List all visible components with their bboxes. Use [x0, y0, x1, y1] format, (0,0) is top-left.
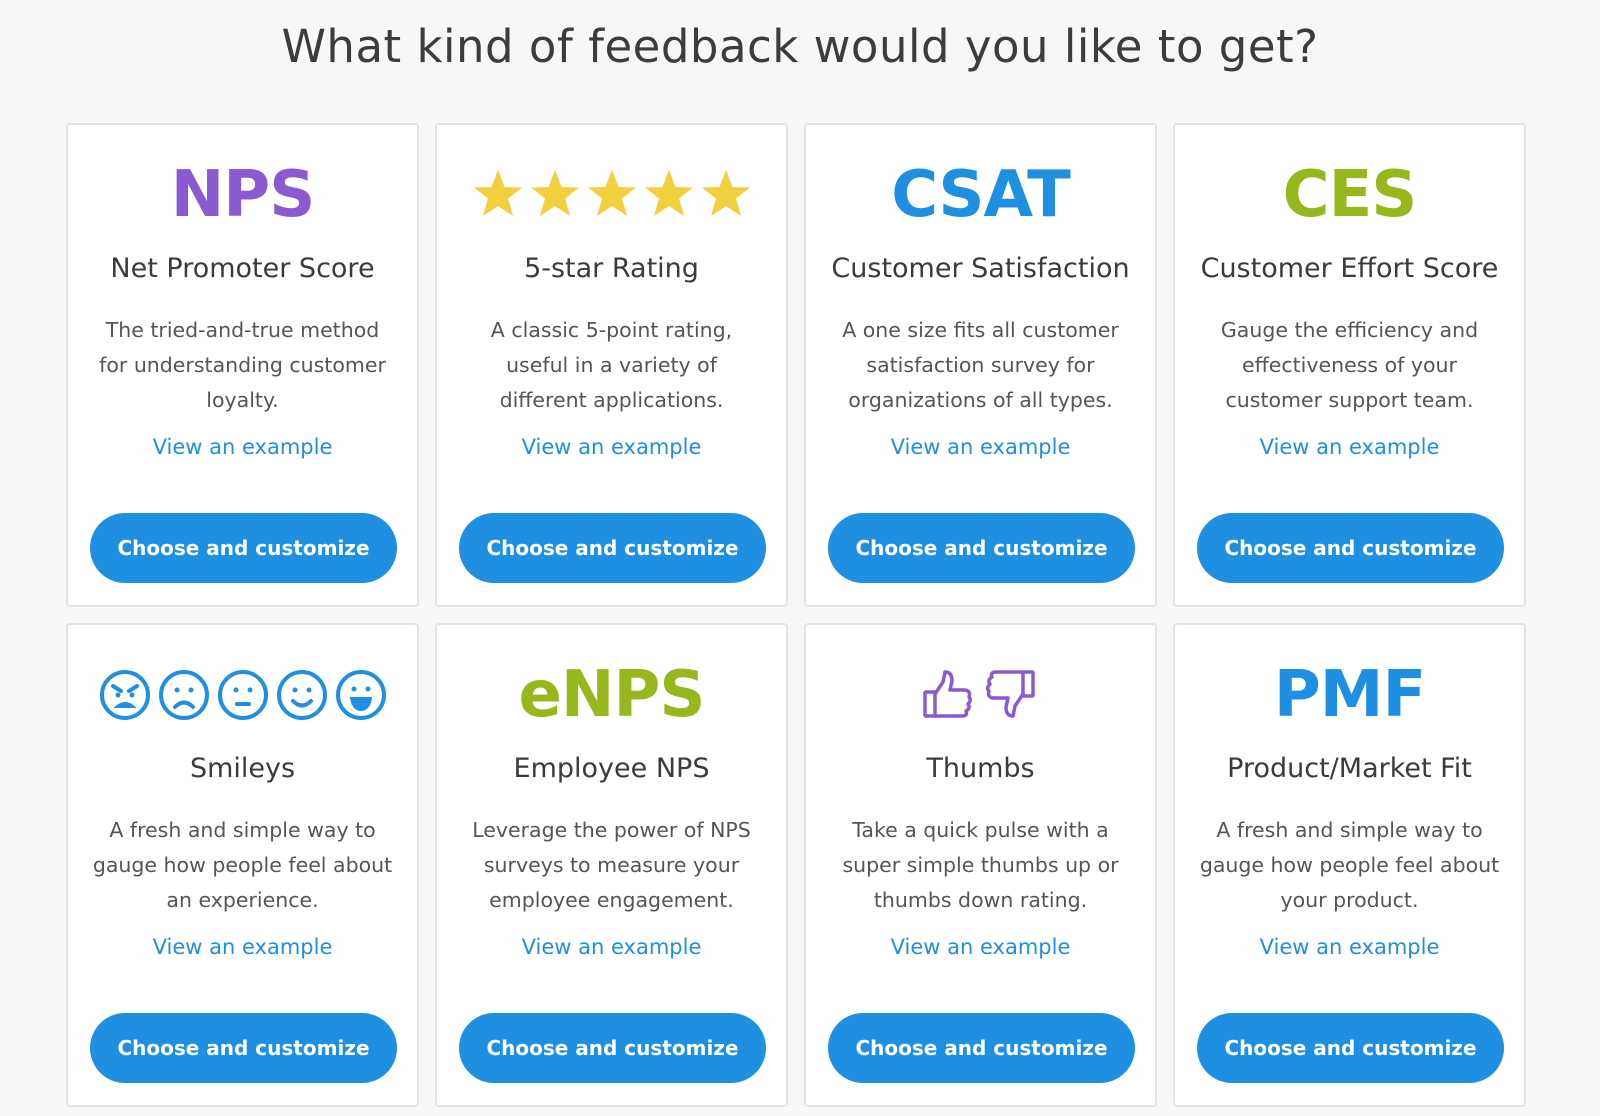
- view-example-link[interactable]: View an example: [68, 435, 417, 459]
- card-title: Product/Market Fit: [1227, 753, 1472, 784]
- card-5-star: 5-star Rating A classic 5-point rating, …: [435, 123, 788, 607]
- choose-and-customize-button[interactable]: Choose and customize: [90, 1013, 397, 1083]
- view-example-link[interactable]: View an example: [806, 935, 1155, 959]
- card-smileys: Smileys A fresh and simple way to gauge …: [66, 623, 419, 1107]
- card-description: A classic 5-point rating, useful in a va…: [490, 318, 733, 412]
- choose-and-customize-button[interactable]: Choose and customize: [459, 1013, 766, 1083]
- ces-logo-text: CES: [1282, 158, 1418, 232]
- card-description: Leverage the power of NPS surveys to mea…: [472, 818, 751, 912]
- pmf-logo-text: PMF: [1273, 658, 1426, 732]
- view-example-link[interactable]: View an example: [806, 435, 1155, 459]
- card-title: 5-star Rating: [524, 253, 699, 284]
- card-nps: NPS Net Promoter Score The tried-and-tru…: [66, 123, 419, 607]
- choose-and-customize-button[interactable]: Choose and customize: [1197, 1013, 1504, 1083]
- star-icon: [587, 170, 636, 216]
- nps-logo: NPS: [68, 155, 417, 235]
- thumbs-up-icon: [922, 670, 972, 718]
- card-description: Take a quick pulse with a super simple t…: [842, 818, 1119, 912]
- csat-logo: CSAT: [806, 155, 1155, 235]
- card-title: Customer Effort Score: [1200, 253, 1499, 284]
- card-thumbs: Thumbs Take a quick pulse with a super s…: [804, 623, 1157, 1107]
- view-example-link[interactable]: View an example: [68, 935, 417, 959]
- smile-face-icon: [276, 670, 327, 720]
- view-example-link[interactable]: View an example: [1175, 435, 1524, 459]
- card-title: Employee NPS: [513, 753, 710, 784]
- feedback-type-grid: NPS Net Promoter Score The tried-and-tru…: [66, 123, 1526, 1107]
- card-title: Net Promoter Score: [110, 253, 375, 284]
- card-description: Gauge the efficiency and effectiveness o…: [1220, 318, 1479, 412]
- card-description: A fresh and simple way to gauge how peop…: [92, 818, 393, 912]
- card-description: A one size fits all customer satisfactio…: [842, 318, 1119, 412]
- ces-logo: CES: [1175, 155, 1524, 235]
- smileys-icon: [68, 655, 417, 735]
- enps-logo-text: eNPS: [518, 658, 706, 732]
- star-icon: [644, 170, 693, 216]
- thumbs-down-icon: [985, 670, 1035, 718]
- card-title: Smileys: [189, 753, 296, 784]
- star-icon: [701, 170, 750, 216]
- choose-and-customize-button[interactable]: Choose and customize: [90, 513, 397, 583]
- angry-face-icon: [99, 670, 150, 720]
- card-title: Customer Satisfaction: [831, 253, 1130, 284]
- card-ces: CES Customer Effort Score Gauge the effi…: [1173, 123, 1526, 607]
- card-enps: eNPS Employee NPS Leverage the power of …: [435, 623, 788, 1107]
- card-description: A fresh and simple way to gauge how peop…: [1199, 818, 1500, 912]
- view-example-link[interactable]: View an example: [1175, 935, 1524, 959]
- csat-logo-text: CSAT: [891, 158, 1070, 232]
- choose-and-customize-button[interactable]: Choose and customize: [1197, 513, 1504, 583]
- pmf-logo: PMF: [1175, 655, 1524, 735]
- choose-and-customize-button[interactable]: Choose and customize: [828, 513, 1135, 583]
- nps-logo-text: NPS: [170, 158, 316, 232]
- neutral-face-icon: [217, 670, 268, 720]
- card-csat: CSAT Customer Satisfaction A one size fi…: [804, 123, 1157, 607]
- choose-and-customize-button[interactable]: Choose and customize: [459, 513, 766, 583]
- sad-face-icon: [158, 670, 209, 720]
- card-title: Thumbs: [926, 753, 1035, 784]
- view-example-link[interactable]: View an example: [437, 435, 786, 459]
- thumbs-icon: [806, 655, 1155, 735]
- page-title: What kind of feedback would you like to …: [281, 20, 1319, 73]
- view-example-link[interactable]: View an example: [437, 935, 786, 959]
- card-pmf: PMF Product/Market Fit A fresh and simpl…: [1173, 623, 1526, 1107]
- choose-and-customize-button[interactable]: Choose and customize: [828, 1013, 1135, 1083]
- star-icon: [530, 170, 579, 216]
- happy-face-icon: [335, 670, 386, 720]
- enps-logo: eNPS: [437, 655, 786, 735]
- five-stars-icon: [437, 155, 786, 235]
- card-description: The tried-and-true method for understand…: [99, 318, 386, 412]
- star-icon: [473, 170, 522, 216]
